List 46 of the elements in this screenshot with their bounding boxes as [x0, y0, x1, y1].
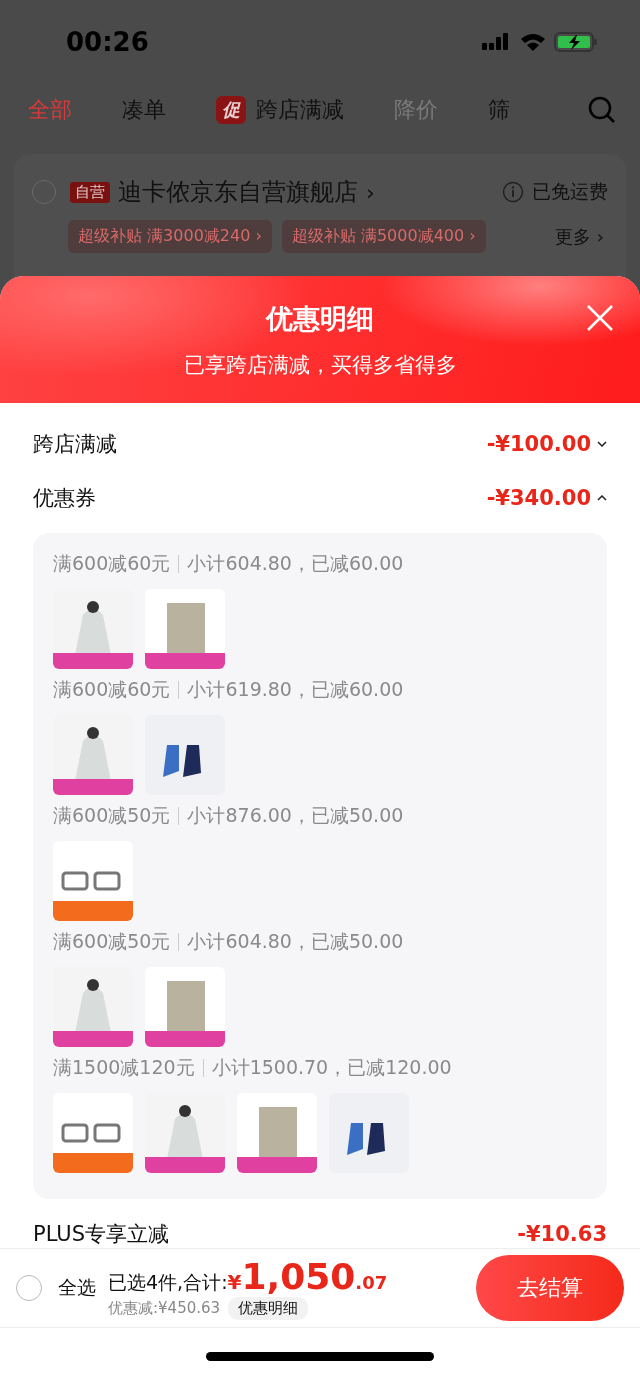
promo-tag[interactable]: 超级补贴 满5000减400 › — [281, 220, 486, 253]
discount-label: 跨店满减 — [33, 431, 117, 458]
caret-icon[interactable] — [597, 495, 607, 501]
store-tag: 自营 — [70, 181, 110, 203]
store-name[interactable]: 迪卡侬京东自营旗舰店 — [118, 176, 358, 208]
summary-label: 已选4件,合计: — [108, 1270, 228, 1295]
coupon-rule: 满1500减120元 — [53, 1055, 195, 1080]
coupon-subtotal: 小计604.80，已减60.00 — [187, 551, 404, 576]
search-icon[interactable] — [588, 96, 616, 124]
price-decimal: .07 — [355, 1272, 388, 1293]
wifi-icon — [520, 32, 546, 52]
coupon-rule: 满600减60元 — [53, 551, 171, 576]
more-link[interactable]: 更多 › — [555, 224, 604, 249]
coupon-rule: 满600减50元 — [53, 803, 171, 828]
shipping-text: 已免运费 — [532, 179, 608, 204]
discount-label: PLUS专享立减 — [33, 1221, 170, 1248]
total-price: 1,050 — [241, 1256, 356, 1297]
discount-amount: -¥340.00 — [486, 486, 591, 510]
coupon-subtotal: 小计604.80，已减50.00 — [187, 929, 404, 954]
status-time: 00:26 — [66, 27, 149, 57]
details-button[interactable]: 优惠明细 — [228, 1297, 309, 1320]
coupon-subtotal: 小计876.00，已减50.00 — [187, 803, 404, 828]
promo-tag[interactable]: 超级补贴 满3000减240 › — [68, 220, 272, 253]
chevron-text: › — [366, 179, 375, 205]
checkout-button[interactable]: 去结算 — [476, 1255, 624, 1321]
promo-badge: 促 — [216, 96, 246, 124]
coupon-subtotal: 小计1500.70，已减120.00 — [211, 1055, 452, 1080]
sheet-subtitle: 已享跨店满减，买得多省得多 — [183, 351, 457, 379]
discount-amount: -¥100.00 — [486, 432, 591, 456]
coupon-rule: 满600减50元 — [53, 929, 171, 954]
battery-icon — [554, 31, 598, 53]
caret-icon[interactable] — [597, 441, 607, 447]
coupon-subtotal: 小计619.80，已减60.00 — [187, 677, 404, 702]
coupon-rule: 满600减60元 — [53, 677, 171, 702]
discount-label: 优惠券 — [33, 485, 96, 512]
info-icon[interactable] — [502, 181, 524, 203]
discount-total: 优惠减:¥450.63 — [108, 1299, 221, 1318]
filter-tab[interactable]: 促 跨店满减 — [216, 95, 344, 125]
discount-amount: -¥10.63 — [517, 1222, 607, 1246]
close-icon[interactable] — [586, 304, 614, 332]
select-all-label: 全选 — [58, 1275, 96, 1300]
filter-tab[interactable]: 凑单 — [122, 95, 166, 125]
filter-tab[interactable]: 筛 — [488, 95, 510, 125]
filter-tab[interactable]: 全部 — [28, 95, 72, 125]
sheet-title: 优惠明细 — [266, 301, 374, 336]
currency-symbol: ¥ — [227, 1270, 242, 1294]
